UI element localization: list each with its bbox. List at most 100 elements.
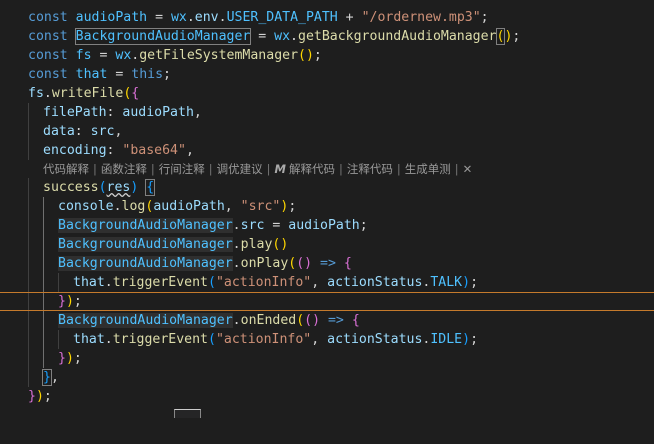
punctuation: ,: [50, 370, 59, 385]
function-name: getFileSystemManager: [139, 48, 299, 63]
code-line[interactable]: const BackgroundAudioManager = wx.getBac…: [0, 27, 654, 46]
code-line[interactable]: filePath: audioPath,: [0, 103, 654, 122]
bracket: (: [208, 275, 216, 290]
code-line[interactable]: });: [0, 292, 654, 311]
parameter: res: [106, 180, 131, 195]
code-line[interactable]: fs.writeFile({: [0, 84, 654, 103]
indent-guide: [43, 349, 44, 368]
code-text: console.log(audioPath, "src");: [58, 197, 296, 216]
codelens-generate-unit-test[interactable]: 生成单测: [405, 162, 451, 176]
bracket: (: [208, 332, 216, 347]
separator: |: [338, 162, 343, 176]
code-line[interactable]: console.log(audioPath, "src");: [0, 197, 654, 216]
assistant-logo-icon: M: [274, 162, 286, 176]
codelens-comment-code[interactable]: 注释代码: [347, 162, 393, 176]
code-line[interactable]: const that = this;: [0, 65, 654, 84]
code-line[interactable]: const audioPath = wx.env.USER_DATA_PATH …: [0, 8, 654, 27]
identifier: that: [75, 67, 108, 82]
string-literal: "actionInfo": [215, 275, 312, 290]
property: data: [43, 124, 75, 139]
bracket: ): [65, 294, 74, 309]
indent-guide: [28, 330, 29, 349]
property: encoding: [43, 143, 107, 158]
bracket: ): [305, 48, 314, 63]
code-line[interactable]: that.triggerEvent("actionInfo", actionSt…: [0, 330, 654, 349]
indent-guide: [28, 197, 29, 216]
code-line[interactable]: });: [0, 349, 654, 368]
code-line[interactable]: encoding: "base64",: [0, 141, 654, 160]
operator: =>: [320, 313, 352, 328]
punctuation: ;: [512, 29, 521, 44]
punctuation: ;: [163, 67, 171, 82]
separator: |: [454, 162, 459, 176]
close-icon[interactable]: ✕: [463, 162, 473, 176]
identifier: BackgroundAudioManager: [58, 237, 233, 252]
punctuation: ;: [480, 10, 489, 25]
keyword: const: [28, 29, 68, 44]
code-text: that.triggerEvent("actionInfo", actionSt…: [73, 330, 478, 349]
function-name: onPlay: [240, 256, 289, 271]
bracket: (): [272, 237, 289, 252]
code-text: });: [58, 292, 82, 311]
punctuation: .: [232, 313, 241, 328]
bracket: }: [42, 369, 52, 386]
identifier: fs: [28, 86, 44, 101]
code-text: const that = this;: [28, 65, 171, 84]
punctuation: ;: [73, 294, 82, 309]
codelens-explain-code-2[interactable]: 解释代码: [289, 162, 335, 176]
punctuation: .: [218, 10, 227, 25]
bracket: }: [58, 294, 66, 309]
bracket: (): [296, 256, 313, 271]
punctuation: ;: [73, 351, 82, 366]
code-line[interactable]: },: [0, 368, 654, 387]
punctuation: :: [106, 143, 123, 158]
identifier: that: [73, 332, 105, 347]
code-line[interactable]: success(res) {: [0, 178, 654, 197]
bracket: ): [462, 275, 471, 290]
codelens-function-comment[interactable]: 函数注释: [101, 162, 147, 176]
indent-guide: [28, 311, 29, 330]
code-text: success(res) {: [43, 178, 156, 197]
separator: |: [396, 162, 401, 176]
function-name: getBackgroundAudioManager: [298, 29, 497, 44]
operator: =: [107, 67, 132, 82]
code-line[interactable]: const fs = wx.getFileSystemManager();: [0, 46, 654, 65]
code-text: data: src,: [43, 122, 122, 141]
bottom-tab-stub[interactable]: [174, 409, 201, 418]
function-name: writeFile: [51, 86, 124, 101]
keyword: const: [28, 67, 68, 82]
indent-guide: [28, 178, 29, 197]
function-name: play: [240, 237, 273, 252]
operator: =: [147, 10, 171, 25]
code-text: const audioPath = wx.env.USER_DATA_PATH …: [28, 8, 489, 27]
code-line[interactable]: });: [0, 387, 654, 406]
bracket: {: [351, 313, 360, 328]
identifier: wx: [170, 10, 187, 25]
identifier: BackgroundAudioManager: [58, 313, 233, 328]
code-line[interactable]: BackgroundAudioManager.onPlay(() => {: [0, 254, 654, 273]
find-match-line: [0, 310, 654, 311]
punctuation: ,: [114, 124, 123, 139]
identifier: wx: [115, 48, 132, 63]
codelens-inline-comment[interactable]: 行间注释: [159, 162, 205, 176]
bracket: }: [28, 389, 36, 404]
code-line[interactable]: BackgroundAudioManager.onEnded(() => {: [0, 311, 654, 330]
code-text: const fs = wx.getFileSystemManager();: [28, 46, 322, 65]
bracket: ): [35, 389, 44, 404]
code-line[interactable]: BackgroundAudioManager.play(): [0, 235, 654, 254]
punctuation: ;: [470, 332, 479, 347]
punctuation: :: [74, 124, 91, 139]
code-line[interactable]: data: src,: [0, 122, 654, 141]
punctuation: .: [232, 256, 241, 271]
code-text: const BackgroundAudioManager = wx.getBac…: [28, 27, 520, 46]
code-editor[interactable]: const audioPath = wx.env.USER_DATA_PATH …: [0, 0, 654, 418]
function-name: log: [121, 199, 146, 214]
code-text: fs.writeFile({: [28, 84, 139, 103]
codelens-explain-code[interactable]: 代码解释: [43, 162, 89, 176]
code-line[interactable]: that.triggerEvent("actionInfo", actionSt…: [0, 273, 654, 292]
function-name: success: [43, 180, 99, 195]
code-line[interactable]: BackgroundAudioManager.src = audioPath;: [0, 216, 654, 235]
string-literal: "base64": [122, 143, 186, 158]
identifier: wx: [274, 29, 291, 44]
codelens-tuning-advice[interactable]: 调优建议: [217, 162, 263, 176]
